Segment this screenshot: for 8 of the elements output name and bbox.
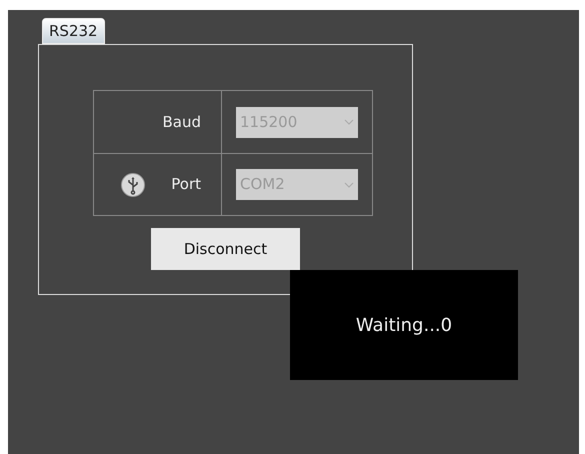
- tab[interactable]: RS232: [42, 18, 105, 44]
- chevron-down-icon: [344, 119, 354, 125]
- field-label: Baud: [162, 112, 201, 133]
- field-label: Port: [171, 174, 201, 196]
- usb-icon: [121, 172, 146, 196]
- chevron-down-icon: [344, 182, 354, 188]
- waiting-message: Waiting...0: [356, 314, 452, 338]
- disconnect-button[interactable]: Disconnect: [151, 228, 300, 270]
